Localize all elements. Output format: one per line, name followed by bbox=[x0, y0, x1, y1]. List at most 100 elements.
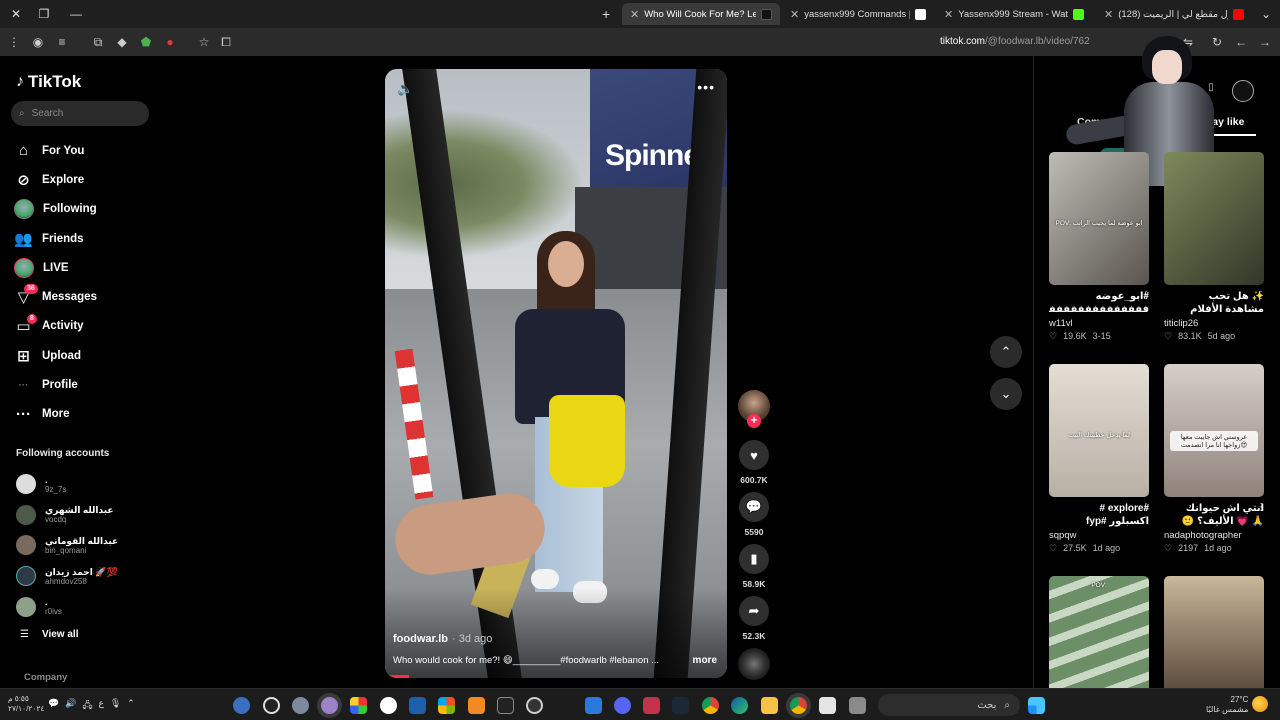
video-thumbnail[interactable]: عروستي اش جايبت معها زواجها انا مرا انصد… bbox=[1164, 364, 1264, 497]
nav-item-live[interactable]: LIVE bbox=[14, 253, 154, 282]
taskbar-app-icon[interactable] bbox=[468, 697, 485, 714]
window-restore-icon[interactable]: ❐ bbox=[34, 6, 54, 22]
like-action[interactable]: ♥ 600.7K bbox=[736, 440, 772, 485]
language-indicator[interactable]: ع bbox=[98, 698, 103, 714]
new-tab-button[interactable]: + bbox=[602, 6, 610, 22]
save-action[interactable]: ▮ 58.9K bbox=[736, 544, 772, 589]
card-author[interactable]: titiclip26 bbox=[1164, 318, 1264, 329]
clock[interactable]: ٥:٥٥ م ٢٧/١٠/٢٠٢٤ bbox=[8, 694, 44, 714]
company-link[interactable]: Company bbox=[24, 672, 67, 683]
chat-icon[interactable]: 💬 bbox=[48, 698, 59, 714]
list-item[interactable]: احمد زيدان 🚀💯 ahmdov258 bbox=[16, 561, 156, 592]
video-author[interactable]: foodwar.lb · 3d ago bbox=[393, 633, 492, 645]
back-icon[interactable]: ← bbox=[1233, 34, 1249, 50]
media-icon[interactable]: ≡ bbox=[54, 34, 70, 50]
list-item[interactable]: . 9z_7s bbox=[16, 469, 156, 500]
menu-icon[interactable]: ⋮ bbox=[6, 34, 22, 50]
profile-icon[interactable]: ◉ bbox=[30, 34, 46, 50]
recommended-video-card[interactable]: ⋮ ✨ هل تحب مشاهدة الأفلام ولكن لا تملك ا… bbox=[1164, 152, 1266, 342]
card-author[interactable]: w11vl bbox=[1049, 318, 1149, 329]
weather-widget[interactable]: 27°C مشمس غالبًا bbox=[1206, 695, 1248, 715]
list-item[interactable]: عبدالله الشهري vocdq bbox=[16, 500, 156, 531]
video-thumbnail[interactable]: لما يدخل خطيبتك البيت bbox=[1049, 364, 1149, 497]
next-video-button[interactable]: ⌄ bbox=[990, 378, 1022, 410]
user-avatar[interactable] bbox=[1232, 80, 1254, 102]
share-page-icon[interactable]: ⧠ bbox=[218, 34, 234, 50]
browser-tab[interactable]: ✕ Who Will Cook For Me? Leban bbox=[622, 3, 780, 25]
video-thumbnail[interactable] bbox=[1164, 576, 1264, 688]
taskbar-app-icon[interactable] bbox=[321, 697, 338, 714]
taskbar-app-icon[interactable] bbox=[497, 697, 514, 714]
taskbar-app-icon[interactable] bbox=[614, 697, 631, 714]
extensions-icon[interactable]: ⧉ bbox=[90, 34, 106, 50]
extension-diamond-icon[interactable]: ◆ bbox=[114, 34, 130, 50]
video-thumbnail[interactable] bbox=[1164, 152, 1264, 285]
recommended-video-card[interactable] bbox=[1164, 576, 1264, 688]
window-close-icon[interactable]: ✕ bbox=[6, 6, 26, 22]
mic-icon[interactable]: 🎙 bbox=[110, 698, 121, 714]
view-all-button[interactable]: ☰ View all bbox=[20, 629, 78, 640]
nav-item-profile[interactable]: ··· Profile bbox=[14, 370, 154, 399]
taskbar-app-icon[interactable] bbox=[672, 697, 689, 714]
tab-close-icon[interactable]: ✕ bbox=[630, 8, 639, 21]
card-author[interactable]: sqpqw bbox=[1049, 530, 1149, 541]
network-icon[interactable]: 🖧 bbox=[82, 698, 92, 714]
forward-icon[interactable]: → bbox=[1257, 34, 1273, 50]
video-progress-bar[interactable] bbox=[385, 675, 409, 678]
extension-shield-icon[interactable]: ⬟ bbox=[138, 34, 154, 50]
tab-close-icon[interactable]: ✕ bbox=[1104, 8, 1113, 21]
share-action[interactable]: ➦ 52.3K bbox=[736, 596, 772, 641]
tiktok-logo[interactable]: ♪ TikTok bbox=[16, 72, 81, 92]
taskbar-app-icon[interactable] bbox=[438, 697, 455, 714]
taskbar-app-icon[interactable] bbox=[380, 697, 397, 714]
taskbar-search-input[interactable]: بحث ⌕ bbox=[878, 694, 1020, 716]
recommended-video-card[interactable]: عروستي اش جايبت معها زواجها انا مرا انصد… bbox=[1164, 364, 1266, 554]
taskbar-app-icon[interactable] bbox=[350, 697, 367, 714]
taskbar-app-icon[interactable] bbox=[585, 697, 602, 714]
search-input[interactable]: ⌕ Search bbox=[11, 101, 149, 126]
heart-icon[interactable]: ♥ bbox=[739, 440, 769, 470]
recommended-video-card[interactable]: POV: bbox=[1049, 576, 1149, 688]
previous-video-button[interactable]: ⌃ bbox=[990, 336, 1022, 368]
browser-tab[interactable]: ✕ Yassenx999 Stream - Watch Live bbox=[936, 3, 1092, 25]
comment-action[interactable]: 💬 5590 bbox=[736, 492, 772, 537]
taskbar-app-icon[interactable] bbox=[702, 697, 719, 714]
bookmark-icon[interactable]: ▮ bbox=[739, 544, 769, 574]
tray-expand-icon[interactable]: ⌃ bbox=[127, 698, 135, 714]
nav-item-following[interactable]: Following bbox=[14, 195, 154, 224]
nav-item-friends[interactable]: 👥 Friends bbox=[14, 224, 154, 253]
taskbar-app-icon[interactable] bbox=[233, 697, 250, 714]
video-thumbnail[interactable]: POV: ابو عوضه لما يجيب الراتب bbox=[1049, 152, 1149, 285]
volume-icon[interactable]: 🔊 bbox=[65, 698, 76, 714]
taskbar-app-icon[interactable] bbox=[526, 697, 543, 714]
caption-more-button[interactable]: more bbox=[693, 655, 717, 666]
list-item[interactable]: عبدالله القوماني bin_qomani bbox=[16, 530, 156, 561]
start-menu-icon[interactable] bbox=[1028, 697, 1045, 714]
recommended-video-card[interactable]: POV: ابو عوضه لما يجيب الراتب ⋮ #ابو_عوض… bbox=[1049, 152, 1151, 342]
browser-tab[interactable]: ✕ yassenx999 Commands | BotRi bbox=[782, 3, 934, 25]
tab-close-icon[interactable]: ✕ bbox=[790, 8, 799, 21]
browser-tab[interactable]: ✕ أول مقطع لي | الريميت (128) bbox=[1096, 3, 1252, 25]
volume-icon[interactable]: 🔈 bbox=[397, 81, 413, 97]
taskbar-app-icon[interactable] bbox=[790, 697, 807, 714]
taskbar-app-icon[interactable] bbox=[731, 697, 748, 714]
follow-button[interactable]: + bbox=[747, 414, 761, 428]
music-disc-icon[interactable] bbox=[738, 648, 770, 680]
taskbar-app-icon[interactable] bbox=[819, 697, 836, 714]
nav-item-activity[interactable]: ▭ 8 Activity bbox=[14, 312, 154, 341]
nav-item-explore[interactable]: ⊘ Explore bbox=[14, 165, 154, 194]
comment-icon[interactable]: 💬 bbox=[739, 492, 769, 522]
share-icon[interactable]: ➦ bbox=[739, 596, 769, 626]
recommended-video-card[interactable]: لما يدخل خطيبتك البيت ⋮ #explore # اكسبل… bbox=[1049, 364, 1151, 554]
video-thumbnail[interactable]: POV: bbox=[1049, 576, 1149, 688]
nav-item-more[interactable]: ··· More bbox=[14, 400, 154, 429]
taskbar-app-icon[interactable] bbox=[263, 697, 280, 714]
window-minimize-icon[interactable]: — bbox=[66, 6, 86, 22]
taskbar-app-icon[interactable] bbox=[643, 697, 660, 714]
tab-search-icon[interactable]: ⌄ bbox=[1256, 6, 1276, 22]
list-item[interactable]: . r0ivs bbox=[16, 591, 156, 622]
taskbar-app-icon[interactable] bbox=[409, 697, 426, 714]
taskbar-app-icon[interactable] bbox=[761, 697, 778, 714]
more-options-icon[interactable]: ••• bbox=[697, 79, 715, 95]
bookmark-star-icon[interactable]: ☆ bbox=[196, 34, 212, 50]
